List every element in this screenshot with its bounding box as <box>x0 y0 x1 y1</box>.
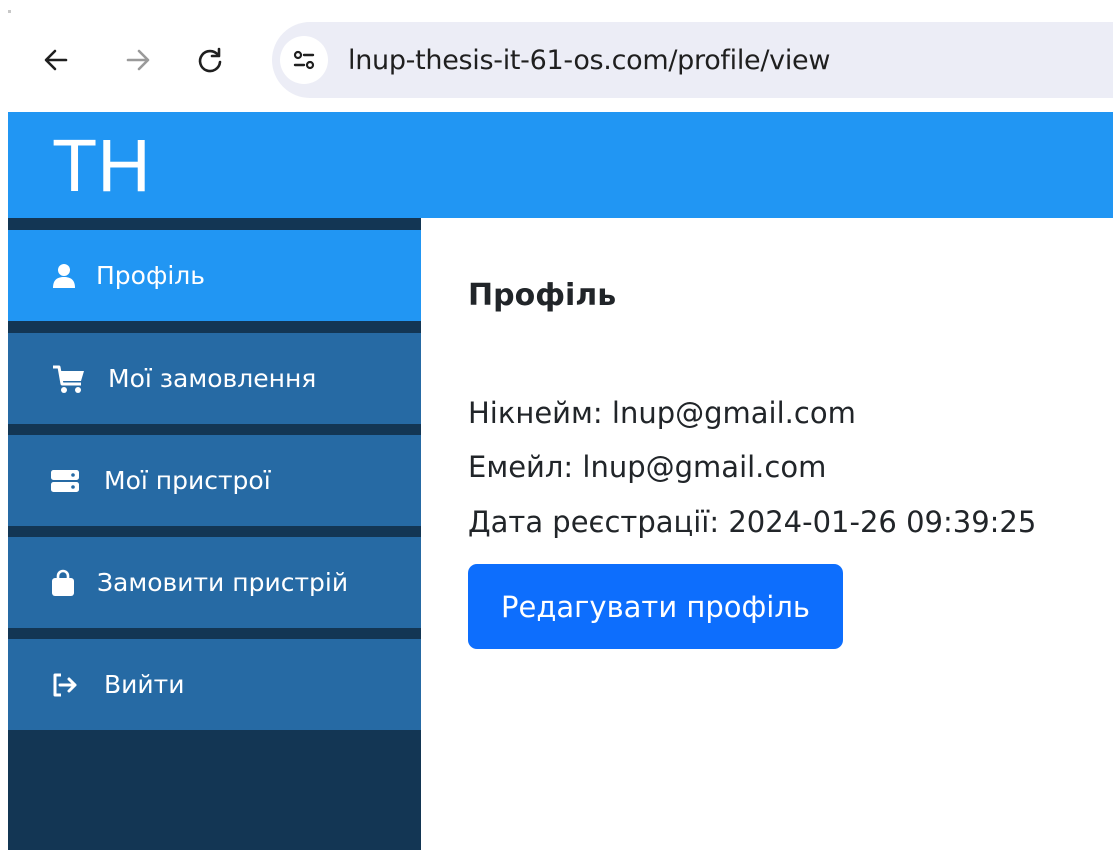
sidebar-item-label: Профіль <box>96 261 205 290</box>
site-info-button[interactable] <box>280 36 328 84</box>
email-info: Емейл: lnup@gmail.com <box>468 450 827 484</box>
sidebar-item-label: Вийти <box>104 670 185 699</box>
main-content: Профіль Нікнейм: lnup@gmail.com Емейл: l… <box>421 218 1113 850</box>
app-logo[interactable]: TH <box>52 124 151 208</box>
nickname-info: Нікнейм: lnup@gmail.com <box>468 396 856 430</box>
arrow-left-icon <box>44 49 68 71</box>
reload-icon <box>198 47 222 73</box>
sidebar-item-label: Мої замовлення <box>108 364 317 393</box>
browser-toolbar: lnup-thesis-it-61-os.com/profile/view <box>0 0 1113 112</box>
tune-icon <box>293 50 315 70</box>
sidebar-item-orders[interactable]: Мої замовлення <box>8 333 421 424</box>
window-corner-mark <box>8 10 11 13</box>
app-header: TH <box>8 112 1113 218</box>
shopping-bag-icon <box>51 569 75 597</box>
sidebar-item-logout[interactable]: Вийти <box>8 639 421 730</box>
sidebar-item-profile[interactable]: Профіль <box>8 230 421 321</box>
page-title: Профіль <box>468 278 617 313</box>
sidebar-item-label: Замовити пристрій <box>97 568 349 597</box>
sidebar-item-label: Мої пристрої <box>104 466 271 495</box>
back-button[interactable] <box>34 38 78 82</box>
forward-button[interactable] <box>116 38 160 82</box>
sidebar-item-devices[interactable]: Мої пристрої <box>8 435 421 526</box>
registration-date-info: Дата реєстрації: 2024-01-26 09:39:25 <box>468 505 1037 539</box>
url-text[interactable]: lnup-thesis-it-61-os.com/profile/view <box>348 45 830 76</box>
sidebar: Профіль Мої замовлення Мої пристрої Замо… <box>8 218 421 850</box>
edit-profile-button[interactable]: Редагувати профіль <box>468 564 843 649</box>
reload-button[interactable] <box>188 38 232 82</box>
user-icon <box>52 263 76 289</box>
address-bar[interactable]: lnup-thesis-it-61-os.com/profile/view <box>272 22 1113 98</box>
cart-icon <box>52 364 86 394</box>
sidebar-item-order-device[interactable]: Замовити пристрій <box>8 537 421 628</box>
server-icon <box>50 469 80 493</box>
logout-icon <box>52 673 78 697</box>
arrow-right-icon <box>126 49 150 71</box>
